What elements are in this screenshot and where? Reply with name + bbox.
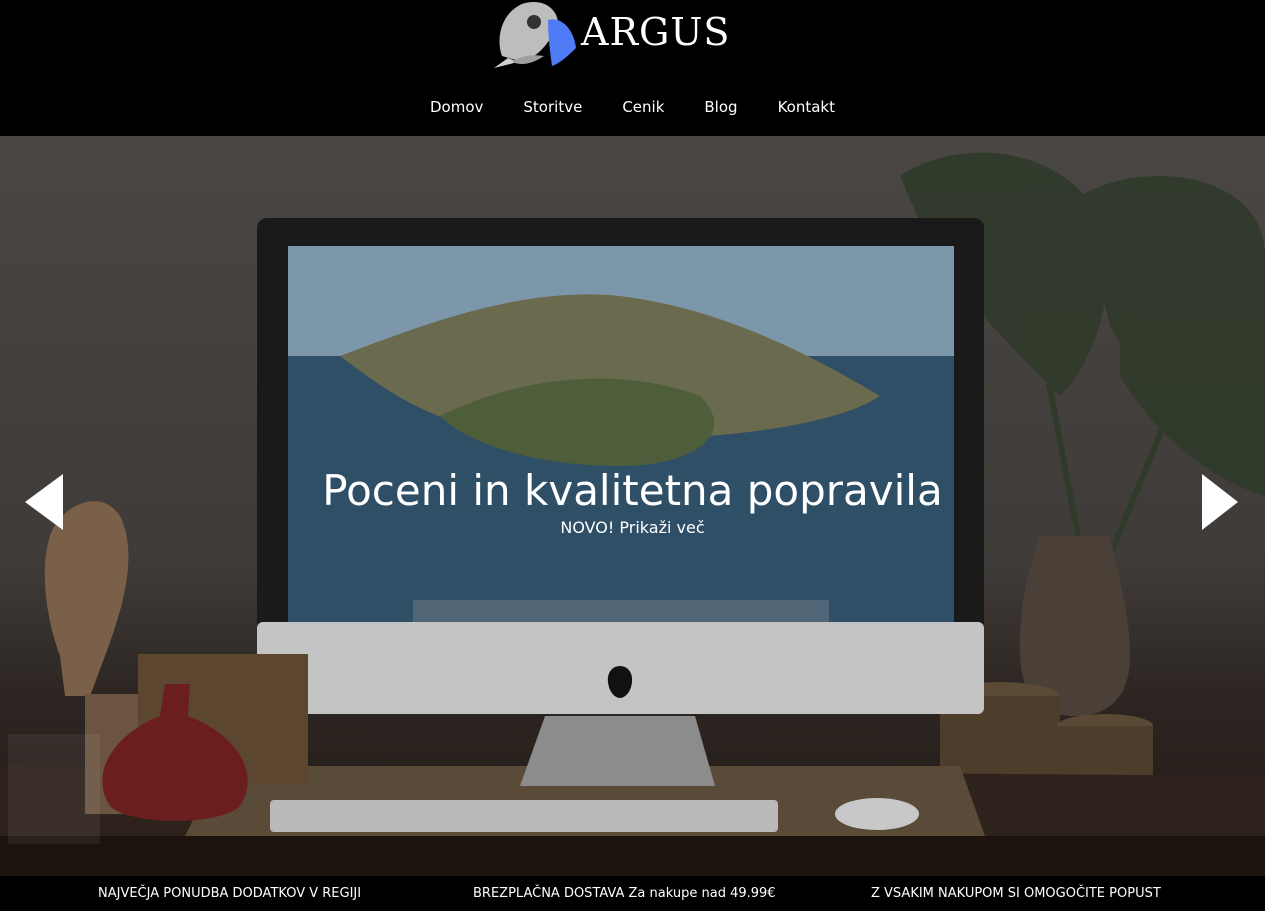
- main-nav: Domov Storitve Cenik Blog Kontakt: [0, 98, 1265, 116]
- info-free-shipping-detail: Za nakupe nad 49.99€: [624, 886, 776, 901]
- parrot-logo-icon: [494, 2, 576, 68]
- info-free-shipping-strong: BREZPLAČNA DOSTAVA: [473, 886, 625, 901]
- hero-slider: Poceni in kvalitetna popravila NOVO! Pri…: [0, 136, 1265, 876]
- info-free-shipping: BREZPLAČNA DOSTAVA Za nakupe nad 49.99€: [473, 886, 776, 901]
- site-header: ARGUS Domov Storitve Cenik Blog Kontakt: [0, 0, 1265, 136]
- slider-prev-button[interactable]: [25, 474, 65, 530]
- chevron-right-icon: [1202, 474, 1238, 530]
- info-discount: Z VSAKIM NAKUPOM SI OMOGOČITE POPUST: [871, 886, 1161, 901]
- chevron-left-icon: [25, 474, 63, 530]
- hero-subtitle-link[interactable]: NOVO! Prikaži več: [0, 518, 1265, 537]
- nav-item-kontakt[interactable]: Kontakt: [778, 98, 835, 116]
- nav-item-blog[interactable]: Blog: [704, 98, 737, 116]
- hero-title: Poceni in kvalitetna popravila: [322, 466, 943, 515]
- info-offer: NAJVEČJA PONUDBA DODATKOV V REGIJI: [98, 886, 362, 901]
- brand-logo[interactable]: ARGUS: [492, 0, 742, 72]
- info-bar: NAJVEČJA PONUDBA DODATKOV V REGIJI BREZP…: [0, 876, 1265, 911]
- brand-name: ARGUS: [581, 10, 731, 54]
- nav-item-cenik[interactable]: Cenik: [622, 98, 664, 116]
- nav-item-storitve[interactable]: Storitve: [523, 98, 582, 116]
- slider-next-button[interactable]: [1200, 474, 1240, 530]
- nav-item-domov[interactable]: Domov: [430, 98, 483, 116]
